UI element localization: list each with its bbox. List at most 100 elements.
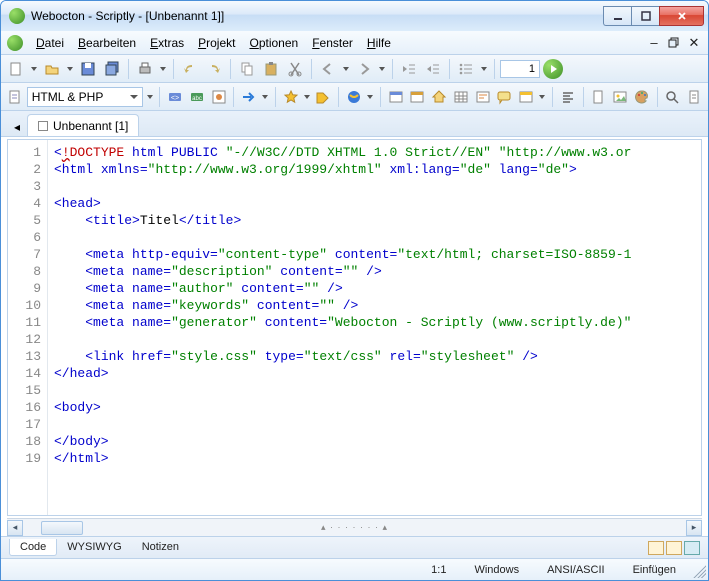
code-editor[interactable]: 12345678910111213141516171819 <!DOCTYPE … [7, 139, 702, 516]
code-line[interactable] [54, 229, 701, 246]
code-line[interactable]: <link href="style.css" type="text/css" r… [54, 348, 701, 365]
favorite-dropdown[interactable] [303, 95, 312, 99]
app-menu-icon[interactable] [7, 35, 23, 51]
new-file-dropdown[interactable] [29, 67, 39, 71]
forward-dropdown[interactable] [377, 67, 387, 71]
view-icon-2[interactable] [666, 541, 682, 555]
window-button[interactable] [386, 86, 406, 108]
scroll-thumb[interactable] [41, 521, 83, 535]
code-line[interactable]: </body> [54, 433, 701, 450]
document-button[interactable] [588, 86, 608, 108]
code-line[interactable]: <body> [54, 399, 701, 416]
view-tab-notizen[interactable]: Notizen [132, 539, 189, 556]
code-line[interactable] [54, 416, 701, 433]
code-line[interactable]: <meta name="keywords" content="" /> [54, 297, 701, 314]
code-line[interactable] [54, 382, 701, 399]
back-dropdown[interactable] [341, 67, 351, 71]
code-line[interactable]: <meta name="description" content="" /> [54, 263, 701, 280]
tags-button[interactable] [313, 86, 333, 108]
cut-button[interactable] [284, 58, 306, 80]
home-button[interactable] [429, 86, 449, 108]
new-file-button[interactable] [5, 58, 27, 80]
window2-button[interactable] [407, 86, 427, 108]
doc-type-button[interactable] [5, 86, 25, 108]
menu-extras[interactable]: Extras [143, 33, 191, 53]
scroll-left-button[interactable]: ◂ [7, 520, 23, 536]
code-line[interactable]: </head> [54, 365, 701, 382]
horizontal-scrollbar[interactable]: ◂ ▴ · · · · · · · ▴ ▸ [7, 518, 702, 536]
code-line[interactable] [54, 331, 701, 348]
arrow-dropdown[interactable] [261, 95, 270, 99]
paste-button[interactable] [260, 58, 282, 80]
print-dropdown[interactable] [158, 67, 168, 71]
copy-button[interactable] [236, 58, 258, 80]
forward-button[interactable] [353, 58, 375, 80]
run-button[interactable] [542, 58, 564, 80]
mdi-close-button[interactable]: ✕ [686, 35, 702, 51]
tab-scroll-left[interactable]: ◂ [7, 118, 27, 136]
table-button[interactable] [451, 86, 471, 108]
doc2-button[interactable] [684, 86, 704, 108]
list-dropdown[interactable] [479, 67, 489, 71]
align-button[interactable] [558, 86, 578, 108]
image-button[interactable] [610, 86, 630, 108]
maximize-button[interactable] [631, 6, 659, 26]
form-dropdown[interactable] [538, 95, 547, 99]
view-icon-1[interactable] [648, 541, 664, 555]
tag-button[interactable]: <> [165, 86, 185, 108]
css-button[interactable] [209, 86, 229, 108]
browser-ie-button[interactable] [344, 86, 364, 108]
scroll-right-button[interactable]: ▸ [686, 520, 702, 536]
browser-dropdown[interactable] [366, 95, 375, 99]
file-tab-active[interactable]: Unbenannt [1] [27, 114, 139, 136]
code-line[interactable]: <title>Titel</title> [54, 212, 701, 229]
save-button[interactable] [77, 58, 99, 80]
splitter-grip[interactable]: ▴ · · · · · · · ▴ [321, 522, 388, 533]
comment-button[interactable] [494, 86, 514, 108]
view-tab-code[interactable]: Code [9, 539, 57, 556]
code-line[interactable]: <meta name="generator" content="Webocton… [54, 314, 701, 331]
code-line[interactable]: <!DOCTYPE html PUBLIC "-//W3C//DTD XHTML… [54, 144, 701, 161]
titlebar[interactable]: Webocton - Scriptly - [Unbenannt 1]] [1, 1, 708, 31]
form-button[interactable] [516, 86, 536, 108]
redo-button[interactable] [203, 58, 225, 80]
resize-grip[interactable] [690, 562, 706, 578]
code-line[interactable]: <html xmlns="http://www.w3.org/1999/xhtm… [54, 161, 701, 178]
mdi-minimize-button[interactable]: – [646, 35, 662, 51]
code-area[interactable]: <!DOCTYPE html PUBLIC "-//W3C//DTD XHTML… [48, 140, 701, 515]
open-file-dropdown[interactable] [65, 67, 75, 71]
outdent-button[interactable] [398, 58, 420, 80]
palette-button[interactable] [632, 86, 652, 108]
close-button[interactable] [659, 6, 704, 26]
view-tab-wysiwyg[interactable]: WYSIWYG [57, 539, 131, 556]
open-file-button[interactable] [41, 58, 63, 80]
language-dropdown[interactable] [145, 95, 154, 99]
language-combo[interactable]: HTML & PHP [27, 87, 144, 107]
mdi-restore-button[interactable] [666, 35, 682, 51]
code-line[interactable]: <meta http-equiv="content-type" content=… [54, 246, 701, 263]
print-button[interactable] [134, 58, 156, 80]
code-line[interactable]: <head> [54, 195, 701, 212]
style-button[interactable] [473, 86, 493, 108]
menu-datei[interactable]: Datei [29, 33, 71, 53]
menu-projekt[interactable]: Projekt [191, 33, 242, 53]
attr-button[interactable]: abc [187, 86, 207, 108]
undo-button[interactable] [179, 58, 201, 80]
menu-optionen[interactable]: Optionen [242, 33, 305, 53]
arrow-button[interactable] [239, 86, 259, 108]
back-button[interactable] [317, 58, 339, 80]
view-icon-3[interactable] [684, 541, 700, 555]
favorite-button[interactable] [281, 86, 301, 108]
goto-line-input[interactable] [500, 60, 540, 78]
list-button[interactable] [455, 58, 477, 80]
menu-hilfe[interactable]: Hilfe [360, 33, 398, 53]
menu-bearbeiten[interactable]: Bearbeiten [71, 33, 143, 53]
menu-fenster[interactable]: Fenster [305, 33, 360, 53]
code-line[interactable]: </html> [54, 450, 701, 467]
minimize-button[interactable] [603, 6, 631, 26]
save-all-button[interactable] [101, 58, 123, 80]
search-button[interactable] [663, 86, 683, 108]
code-line[interactable] [54, 178, 701, 195]
indent-button[interactable] [422, 58, 444, 80]
code-line[interactable]: <meta name="author" content="" /> [54, 280, 701, 297]
